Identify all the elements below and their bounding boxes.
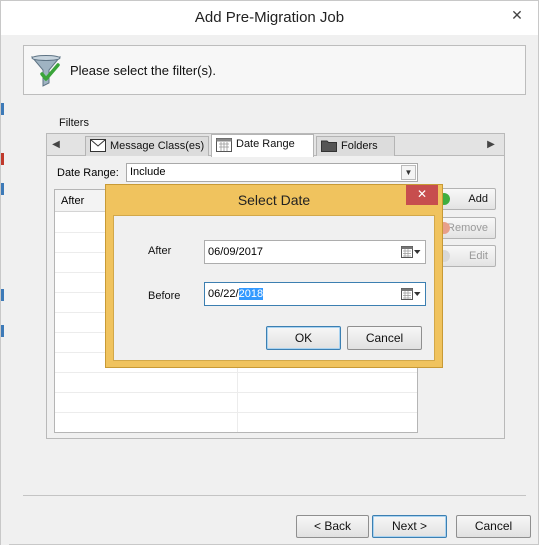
cancel-button[interactable]: Cancel	[456, 515, 531, 538]
tab-label: Date Range	[236, 138, 295, 150]
tab-scroll-left-icon[interactable]: ◀	[50, 137, 62, 153]
calendar-dropdown-icon[interactable]	[401, 246, 421, 258]
add-button[interactable]: Add	[434, 188, 496, 210]
date-range-select[interactable]: Include ▼	[126, 163, 418, 182]
edge-mark	[1, 183, 4, 195]
back-button[interactable]: < Back	[296, 515, 369, 538]
folder-icon	[321, 140, 337, 152]
edge-mark	[1, 289, 4, 301]
grid-row-line	[55, 412, 417, 413]
window-title: Add Pre-Migration Job	[194, 9, 345, 26]
envelope-icon	[90, 139, 106, 152]
dialog-ok-button[interactable]: OK	[266, 326, 341, 350]
edit-button[interactable]: Edit	[434, 245, 496, 267]
remove-button-label: Remove	[447, 222, 488, 234]
tab-label: Message Class(es)	[110, 140, 205, 152]
before-date-selection: 2018	[238, 288, 264, 300]
after-date-value: 06/09/2017	[208, 246, 264, 258]
date-range-label: Date Range:	[57, 167, 119, 179]
tab-message-classes[interactable]: Message Class(es)	[85, 136, 209, 156]
edge-mark	[1, 153, 4, 165]
dialog-title: Select Date	[237, 192, 311, 208]
filter-icon	[30, 55, 62, 87]
window-close-button[interactable]: ✕	[504, 5, 530, 27]
next-button[interactable]: Next >	[372, 515, 447, 538]
add-button-label: Add	[468, 193, 488, 205]
grid-column-after[interactable]: After	[61, 195, 84, 207]
after-label: After	[148, 245, 172, 257]
edge-mark	[1, 103, 4, 115]
after-date-picker[interactable]: 06/09/2017	[204, 240, 426, 264]
grid-row-line	[55, 392, 417, 393]
before-date-prefix: 06/22/	[208, 288, 239, 300]
background-window-edge	[1, 35, 9, 545]
filter-tab-bar: ◀ Message Class(es) Date Range Folders ▶	[47, 134, 504, 157]
tab-date-range[interactable]: Date Range	[211, 134, 314, 157]
edit-button-label: Edit	[469, 250, 488, 262]
tab-scroll-right-icon[interactable]: ▶	[485, 137, 497, 153]
remove-button[interactable]: Remove	[434, 217, 496, 239]
title-bar: Add Pre-Migration Job ✕	[1, 1, 538, 35]
dialog-close-button[interactable]: ✕	[406, 185, 438, 205]
tab-label: Folders	[341, 140, 378, 152]
filters-group-label: Filters	[59, 117, 89, 129]
edge-mark	[1, 325, 4, 337]
instruction-text: Please select the filter(s).	[70, 63, 216, 78]
before-date-picker[interactable]: 06/22/2018	[204, 282, 426, 306]
calendar-dropdown-icon[interactable]	[401, 288, 421, 300]
dialog-cancel-button[interactable]: Cancel	[347, 326, 422, 350]
date-range-value: Include	[130, 166, 166, 178]
footer-separator	[23, 495, 526, 496]
tab-folders[interactable]: Folders	[316, 136, 395, 156]
add-pre-migration-job-window: Add Pre-Migration Job ✕ Please select th…	[0, 0, 539, 545]
select-date-dialog: Select Date ✕ After 06/09/2017 Before 06…	[105, 184, 443, 368]
grid-row-line	[55, 372, 417, 373]
chevron-down-icon[interactable]: ▼	[401, 165, 416, 180]
instruction-header: Please select the filter(s).	[23, 45, 526, 95]
calendar-icon	[216, 138, 232, 152]
before-label: Before	[148, 290, 181, 302]
